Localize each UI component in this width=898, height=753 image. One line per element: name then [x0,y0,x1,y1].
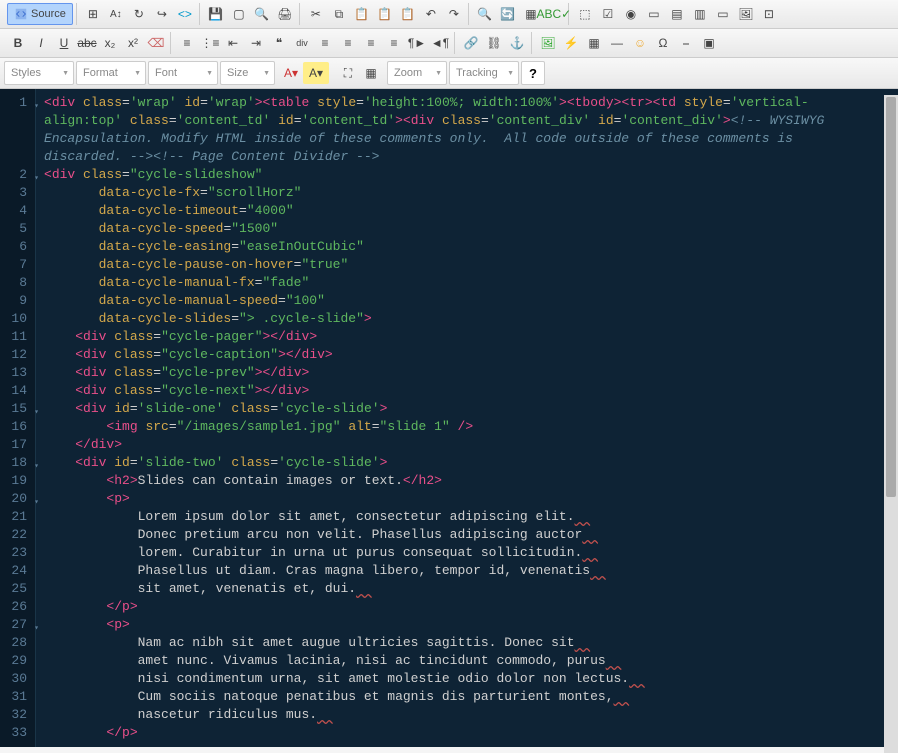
select-icon[interactable]: ▥ [689,3,711,25]
bold-icon[interactable]: B [7,32,29,54]
save-icon[interactable]: 💾 [205,3,227,25]
paste-word-icon[interactable]: 📋 [397,3,419,25]
new-page-icon[interactable]: ▢ [228,3,250,25]
tracking-dropdown[interactable]: Tracking [449,61,519,85]
smiley-icon[interactable]: ☺ [629,32,651,54]
font-dropdown[interactable]: Font [148,61,218,85]
find-icon[interactable]: 🔍 [474,3,496,25]
cut-icon[interactable]: ✂ [305,3,327,25]
link-icon[interactable]: 🔗 [460,32,482,54]
undo-icon[interactable]: ↶ [420,3,442,25]
maximize-icon[interactable]: ⛶ [337,62,359,84]
zoom-dropdown[interactable]: Zoom [387,61,447,85]
rtl-icon[interactable]: ◄¶ [429,32,451,54]
copy-icon[interactable]: ⧉ [328,3,350,25]
hidden-field-icon[interactable]: ⊡ [758,3,780,25]
bulleted-list-icon[interactable]: ⋮≡ [199,32,221,54]
subscript-icon[interactable]: x₂ [99,32,121,54]
code-icon[interactable]: <> [174,3,196,25]
strike-icon[interactable]: abc [76,32,98,54]
indent-icon[interactable]: ⇥ [245,32,267,54]
format-dropdown[interactable]: Format [76,61,146,85]
pagebreak-icon[interactable]: ⎯ [675,32,697,54]
image-button-icon[interactable]: 🖼 [735,3,757,25]
refresh-icon[interactable]: ↻ [128,3,150,25]
font-size-icon[interactable]: A↕ [105,3,127,25]
spellcheck-icon[interactable]: ABC✓ [543,3,565,25]
paste-icon[interactable]: 📋 [351,3,373,25]
numbered-list-icon[interactable]: ≡ [176,32,198,54]
text-color-icon[interactable]: A▾ [280,62,302,84]
ltr-icon[interactable]: ¶► [406,32,428,54]
outdent-icon[interactable]: ⇤ [222,32,244,54]
vertical-scrollbar[interactable] [884,95,898,753]
code-area[interactable]: <div class='wrap' id='wrap'><table style… [36,89,898,747]
unlink-icon[interactable]: ⛓ [483,32,505,54]
help-button[interactable]: ? [521,61,545,85]
redo2-icon[interactable]: ↷ [443,3,465,25]
paste-text-icon[interactable]: 📋 [374,3,396,25]
checkbox-icon[interactable]: ☑ [597,3,619,25]
toolbar-row-3: Styles Format Font Size A▾ A▾ ⛶ ▦ Zoom T… [0,58,898,89]
justify-icon[interactable]: ≡ [383,32,405,54]
form-icon[interactable]: ⬚ [574,3,596,25]
hr-icon[interactable]: ― [606,32,628,54]
line-gutter: 1▾2▾3456789101112131415▾161718▾1920▾2122… [0,89,36,747]
source-button[interactable]: Source [7,3,73,25]
templates-icon[interactable]: ⊞ [82,3,104,25]
toolbar-row-2: B I U abc x₂ x² ⌫ ≡ ⋮≡ ⇤ ⇥ ❝ div ≡ ≡ ≡ ≡… [0,29,898,58]
flash-icon[interactable]: ⚡ [560,32,582,54]
textfield-icon[interactable]: ▭ [643,3,665,25]
button-icon[interactable]: ▭ [712,3,734,25]
align-center-icon[interactable]: ≡ [337,32,359,54]
code-editor[interactable]: 1▾2▾3456789101112131415▾161718▾1920▾2122… [0,89,898,747]
redo-icon[interactable]: ↪ [151,3,173,25]
blockquote-icon[interactable]: ❝ [268,32,290,54]
special-char-icon[interactable]: Ω [652,32,674,54]
replace-icon[interactable]: 🔄 [497,3,519,25]
preview-icon[interactable]: 🔍 [251,3,273,25]
bg-color-icon[interactable]: A▾ [303,62,329,84]
italic-icon[interactable]: I [30,32,52,54]
superscript-icon[interactable]: x² [122,32,144,54]
size-dropdown[interactable]: Size [220,61,275,85]
underline-icon[interactable]: U [53,32,75,54]
scroll-thumb[interactable] [886,97,896,497]
image-icon[interactable]: 🖼 [537,32,559,54]
div-icon[interactable]: div [291,32,313,54]
anchor-icon[interactable]: ⚓ [506,32,528,54]
textarea-icon[interactable]: ▤ [666,3,688,25]
align-left-icon[interactable]: ≡ [314,32,336,54]
print-icon[interactable]: 🖨 [274,3,296,25]
table-icon[interactable]: ▦ [583,32,605,54]
styles-dropdown[interactable]: Styles [4,61,74,85]
iframe-icon[interactable]: ▣ [698,32,720,54]
radio-icon[interactable]: ◉ [620,3,642,25]
show-blocks-icon[interactable]: ▦ [360,62,382,84]
toolbar-row-1: Source ⊞ A↕ ↻ ↪ <> 💾 ▢ 🔍 🖨 ✂ ⧉ 📋 📋 📋 ↶ ↷… [0,0,898,29]
remove-format-icon[interactable]: ⌫ [145,32,167,54]
align-right-icon[interactable]: ≡ [360,32,382,54]
